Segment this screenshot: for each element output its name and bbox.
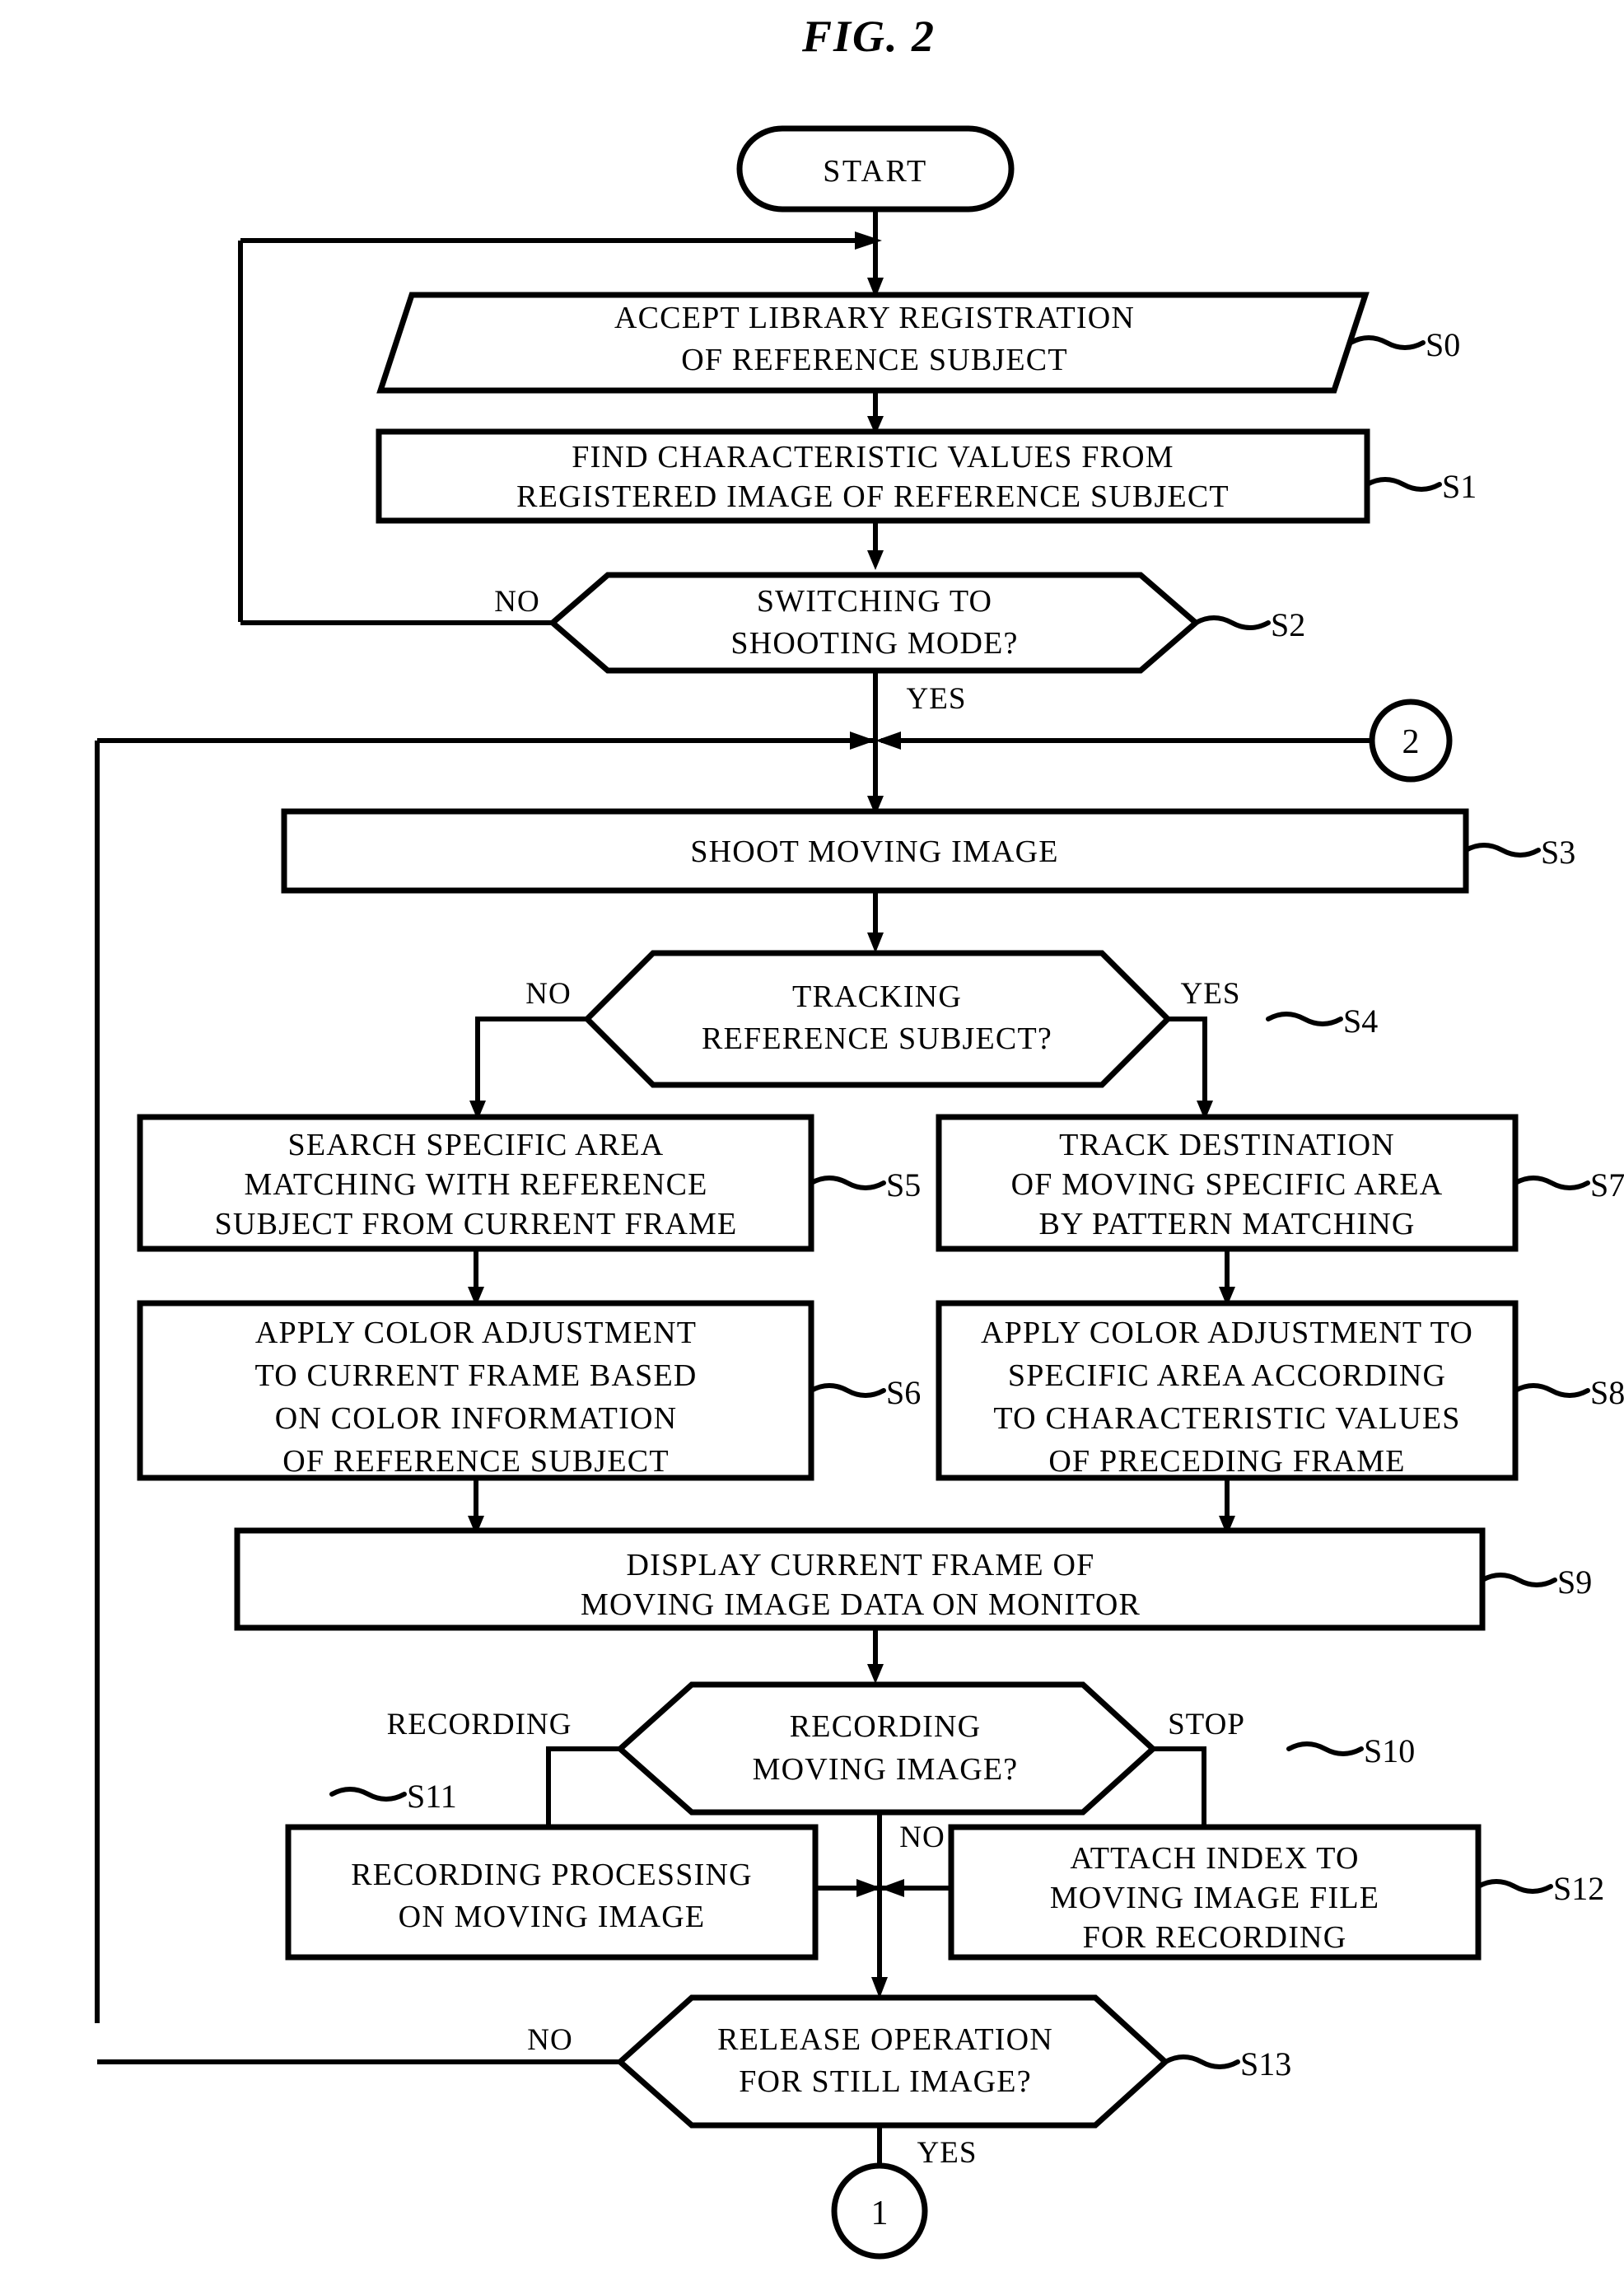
step-s4-line-2: REFERENCE SUBJECT? — [702, 1021, 1052, 1056]
figure-container: FIG. 2 START ACCEPT LIBRARY REGISTRATION… — [0, 0, 1624, 2281]
arrowhead-s2-no-return — [855, 231, 882, 250]
leader-s8 — [1513, 1383, 1590, 1398]
step-s4-shape — [583, 950, 1172, 1088]
connector-2-label: 2 — [1402, 723, 1420, 761]
step-s4-branch-yes: YES — [1181, 977, 1241, 1011]
leader-s3 — [1463, 843, 1541, 858]
step-s6-line-4: OF REFERENCE SUBJECT — [282, 1444, 670, 1479]
step-s2-branch-no: NO — [494, 585, 539, 619]
step-s13-label: S13 — [1240, 2045, 1291, 2082]
step-s13-branch-yes: YES — [917, 2136, 978, 2170]
step-s12-line-2: MOVING IMAGE FILE — [1050, 1881, 1379, 1915]
leader-s10 — [1286, 1741, 1364, 1756]
step-s6-label: S6 — [886, 1374, 921, 1411]
step-s11-line-1: RECORDING PROCESSING — [351, 1858, 752, 1892]
step-s2-label: S2 — [1271, 606, 1305, 643]
step-s10-branch-down: NO — [899, 1821, 945, 1854]
step-s10-line-2: MOVING IMAGE? — [753, 1752, 1019, 1787]
step-s1-label: S1 — [1442, 468, 1477, 505]
leader-s12 — [1476, 1879, 1553, 1894]
step-s11-label: S11 — [407, 1778, 457, 1815]
edge-s10-stop — [1153, 1746, 1206, 1833]
step-s5-label: S5 — [886, 1166, 921, 1204]
leader-s7 — [1513, 1176, 1590, 1190]
step-s2-line-2: SHOOTING MODE? — [730, 626, 1018, 661]
step-s2-line-1: SWITCHING TO — [757, 584, 992, 619]
step-s8-line-1: APPLY COLOR ADJUSTMENT TO — [981, 1316, 1473, 1350]
step-s13-shape — [615, 1994, 1170, 2129]
leader-s4 — [1266, 1012, 1343, 1026]
flowchart-svg: FIG. 2 START ACCEPT LIBRARY REGISTRATION… — [95, 12, 1624, 2260]
arrowhead-s12-junction — [880, 1879, 904, 1897]
leader-s6 — [809, 1383, 886, 1398]
step-s0-line-2: OF REFERENCE SUBJECT — [681, 343, 1068, 377]
leader-s11 — [329, 1787, 407, 1802]
step-s0-label: S0 — [1426, 326, 1460, 363]
step-s12-label: S12 — [1553, 1870, 1604, 1907]
step-s10-label: S10 — [1364, 1732, 1415, 1769]
step-s5-line-3: SUBJECT FROM CURRENT FRAME — [215, 1207, 738, 1241]
step-s4-branch-no: NO — [525, 977, 571, 1011]
step-s9-line-1: DISPLAY CURRENT FRAME OF — [626, 1548, 1094, 1582]
step-s7-label: S7 — [1590, 1166, 1624, 1204]
step-s8-line-3: TO CHARACTERISTIC VALUES — [993, 1401, 1460, 1436]
arrowhead-connector2-merge — [875, 732, 901, 750]
step-s13-line-1: RELEASE OPERATION — [717, 2022, 1053, 2057]
step-s10-branch-left: RECORDING — [387, 1708, 572, 1741]
arrowhead-s9-to-s10 — [867, 1664, 884, 1684]
step-s7-line-2: OF MOVING SPECIFIC AREA — [1011, 1167, 1444, 1202]
figure-title: FIG. 2 — [801, 12, 936, 61]
arrowhead-s3-to-s4 — [867, 932, 884, 953]
edge-s4-yes — [1168, 1017, 1207, 1108]
step-s7-line-3: BY PATTERN MATCHING — [1038, 1207, 1415, 1241]
leader-s0 — [1348, 335, 1426, 350]
step-s8-line-2: SPECIFIC AREA ACCORDING — [1008, 1358, 1446, 1393]
step-s8-label: S8 — [1590, 1374, 1624, 1411]
connector-1-label: 1 — [871, 2195, 889, 2232]
step-s9-line-2: MOVING IMAGE DATA ON MONITOR — [581, 1587, 1141, 1622]
step-s1-line-2: REGISTERED IMAGE OF REFERENCE SUBJECT — [516, 479, 1230, 514]
step-s10-branch-right: STOP — [1168, 1708, 1245, 1741]
step-s11-line-2: ON MOVING IMAGE — [399, 1900, 706, 1934]
leader-s9 — [1480, 1573, 1557, 1587]
step-s8-line-4: OF PRECEDING FRAME — [1048, 1444, 1405, 1479]
step-s2-branch-yes: YES — [907, 682, 967, 716]
step-s12-line-1: ATTACH INDEX TO — [1070, 1841, 1359, 1876]
step-s0-line-1: ACCEPT LIBRARY REGISTRATION — [614, 301, 1135, 335]
start-terminal-label: START — [823, 154, 928, 189]
arrowhead-s1-to-s2 — [867, 550, 884, 570]
step-s5-line-1: SEARCH SPECIFIC AREA — [288, 1128, 665, 1162]
edge-s10-recording — [546, 1746, 620, 1833]
step-s10-line-1: RECORDING — [790, 1709, 981, 1744]
step-s6-line-3: ON COLOR INFORMATION — [275, 1401, 677, 1436]
edge-s4-no — [475, 1017, 587, 1108]
step-s5-line-2: MATCHING WITH REFERENCE — [244, 1167, 707, 1202]
leader-s13 — [1163, 2054, 1240, 2069]
step-s1-line-1: FIND CHARACTERISTIC VALUES FROM — [572, 440, 1174, 474]
step-s4-line-1: TRACKING — [792, 979, 962, 1014]
step-s10-shape — [615, 1681, 1158, 1816]
leader-s5 — [809, 1176, 886, 1190]
step-s13-line-2: FOR STILL IMAGE? — [739, 2064, 1032, 2099]
step-s11-shape — [285, 1824, 819, 1961]
step-s6-line-2: TO CURRENT FRAME BASED — [254, 1358, 697, 1393]
step-s6-line-1: APPLY COLOR ADJUSTMENT — [255, 1316, 697, 1350]
step-s3-label: S3 — [1541, 834, 1575, 871]
step-s3-line-1: SHOOT MOVING IMAGE — [690, 834, 1058, 869]
step-s4-label: S4 — [1343, 1003, 1378, 1040]
step-s13-branch-no: NO — [527, 2023, 572, 2057]
arrowhead-s13-no-return — [850, 732, 875, 750]
step-s12-line-3: FOR RECORDING — [1083, 1920, 1347, 1955]
leader-s1 — [1365, 477, 1442, 492]
step-s7-line-1: TRACK DESTINATION — [1059, 1128, 1395, 1162]
leader-s2 — [1193, 615, 1271, 630]
step-s9-label: S9 — [1557, 1564, 1592, 1601]
